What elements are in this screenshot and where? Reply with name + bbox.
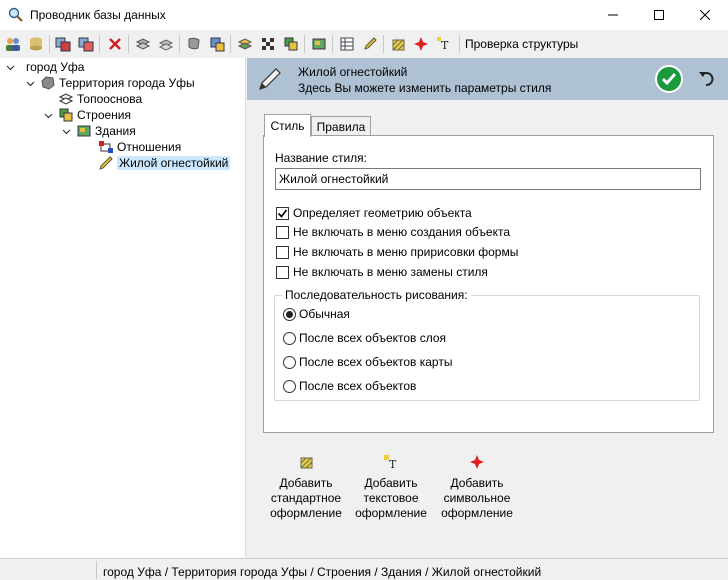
layers-green-icon[interactable] bbox=[281, 34, 301, 54]
toolbar: T Проверка структуры bbox=[0, 30, 728, 58]
radio-normal[interactable]: Обычная bbox=[283, 306, 350, 322]
map-icon[interactable] bbox=[309, 34, 329, 54]
tree-node-residential-fireproof[interactable]: Жилой огнестойкий bbox=[98, 155, 231, 171]
tree-node-structures[interactable]: Строения bbox=[42, 107, 131, 123]
checkbox-icon[interactable] bbox=[276, 245, 289, 259]
symbol-add-icon bbox=[467, 452, 487, 472]
layers-refresh-icon[interactable] bbox=[156, 34, 176, 54]
pencil-icon bbox=[257, 66, 283, 92]
text-add-icon: T bbox=[381, 452, 401, 472]
checkbox-icon[interactable] bbox=[276, 265, 289, 279]
building-icon bbox=[76, 123, 92, 139]
pencil-icon[interactable] bbox=[360, 34, 380, 54]
checkbox-defines-geometry[interactable]: Определяет геометрию объекта bbox=[276, 205, 472, 221]
minimize-button[interactable] bbox=[590, 0, 636, 30]
layers-icon[interactable] bbox=[133, 34, 153, 54]
relations-icon bbox=[98, 139, 114, 155]
tree-node-relations[interactable]: Отношения bbox=[98, 139, 181, 155]
add-symbol-design-button[interactable]: Добавить символьное оформление bbox=[439, 452, 515, 521]
magnifier-db-icon bbox=[8, 7, 24, 23]
tree-node-topobase[interactable]: Топооснова bbox=[58, 91, 142, 107]
territory-icon bbox=[40, 75, 56, 91]
status-divider bbox=[96, 561, 97, 579]
tab-style[interactable]: Стиль bbox=[264, 114, 311, 137]
close-button[interactable] bbox=[682, 0, 728, 30]
add-text-design-button[interactable]: T Добавить текстовое оформление bbox=[353, 452, 429, 521]
radio-icon[interactable] bbox=[283, 379, 296, 393]
checkbox-exclude-attach-menu[interactable]: Не включать в меню пририсовки формы bbox=[276, 244, 518, 260]
text-style-icon[interactable]: T bbox=[434, 34, 454, 54]
add-standard-design-button[interactable]: Добавить стандартное оформление bbox=[268, 452, 344, 521]
svg-text:T: T bbox=[441, 39, 449, 52]
pencil-icon bbox=[98, 155, 114, 171]
draw-order-legend: Последовательность рисования: bbox=[282, 288, 471, 302]
tab-rules[interactable]: Правила bbox=[311, 116, 371, 136]
checker-icon[interactable] bbox=[258, 34, 278, 54]
radio-selected-icon[interactable] bbox=[283, 307, 296, 321]
hatch-add-icon bbox=[296, 452, 316, 472]
shape-icon[interactable] bbox=[184, 34, 204, 54]
delete-icon[interactable] bbox=[105, 34, 125, 54]
header-subtitle: Здесь Вы можете изменить параметры стиля bbox=[298, 81, 552, 95]
chevron-down-icon[interactable] bbox=[24, 77, 36, 89]
header-title: Жилой огнестойкий bbox=[298, 65, 408, 79]
checkbox-exclude-create-menu[interactable]: Не включать в меню создания объекта bbox=[276, 224, 510, 240]
tree-node-territory[interactable]: Территория города Уфы bbox=[24, 75, 195, 91]
style-stack-icon[interactable] bbox=[235, 34, 255, 54]
radio-icon[interactable] bbox=[283, 355, 296, 369]
import-icon[interactable] bbox=[207, 34, 227, 54]
checkbox-checked-icon[interactable] bbox=[276, 206, 289, 220]
radio-after-all[interactable]: После всех объектов bbox=[283, 378, 416, 394]
tree-node-buildings[interactable]: Здания bbox=[60, 123, 136, 139]
chevron-down-icon[interactable] bbox=[4, 61, 16, 73]
checkbox-icon[interactable] bbox=[276, 225, 289, 239]
radio-after-layer[interactable]: После всех объектов слоя bbox=[283, 330, 446, 346]
chevron-down-icon[interactable] bbox=[42, 109, 54, 121]
status-bar: город Уфа / Территория города Уфы / Стро… bbox=[0, 558, 728, 580]
paste-icon[interactable] bbox=[76, 34, 96, 54]
style-name-label: Название стиля: bbox=[275, 151, 367, 165]
style-name-input[interactable]: Жилой огнестойкий bbox=[275, 168, 701, 190]
radio-icon[interactable] bbox=[283, 331, 296, 345]
users-icon[interactable] bbox=[3, 34, 23, 54]
layers-icon bbox=[58, 91, 74, 107]
symbol-add-icon[interactable] bbox=[411, 34, 431, 54]
structure-check-button[interactable]: Проверка структуры bbox=[465, 37, 578, 51]
tree-node-ufa[interactable]: город Уфа bbox=[4, 59, 84, 75]
table-icon[interactable] bbox=[337, 34, 357, 54]
window-title: Проводник базы данных bbox=[30, 8, 166, 22]
radio-after-map[interactable]: После всех объектов карты bbox=[283, 354, 452, 370]
db-tree: город Уфа Территория города Уфы Топоосно… bbox=[0, 58, 246, 558]
hatch-icon[interactable] bbox=[388, 34, 408, 54]
svg-text:T: T bbox=[389, 458, 397, 470]
title-bar: Проводник базы данных bbox=[0, 0, 728, 30]
status-path: город Уфа / Территория города Уфы / Стро… bbox=[103, 565, 542, 579]
undo-icon[interactable] bbox=[697, 69, 717, 89]
checkmark-icon[interactable] bbox=[655, 65, 683, 93]
chevron-down-icon[interactable] bbox=[60, 125, 72, 137]
maximize-button[interactable] bbox=[636, 0, 682, 30]
copy-icon[interactable] bbox=[53, 34, 73, 54]
db-add-icon[interactable] bbox=[26, 34, 46, 54]
checkbox-exclude-replace-menu[interactable]: Не включать в меню замены стиля bbox=[276, 264, 488, 280]
buildings-icon bbox=[58, 107, 74, 123]
